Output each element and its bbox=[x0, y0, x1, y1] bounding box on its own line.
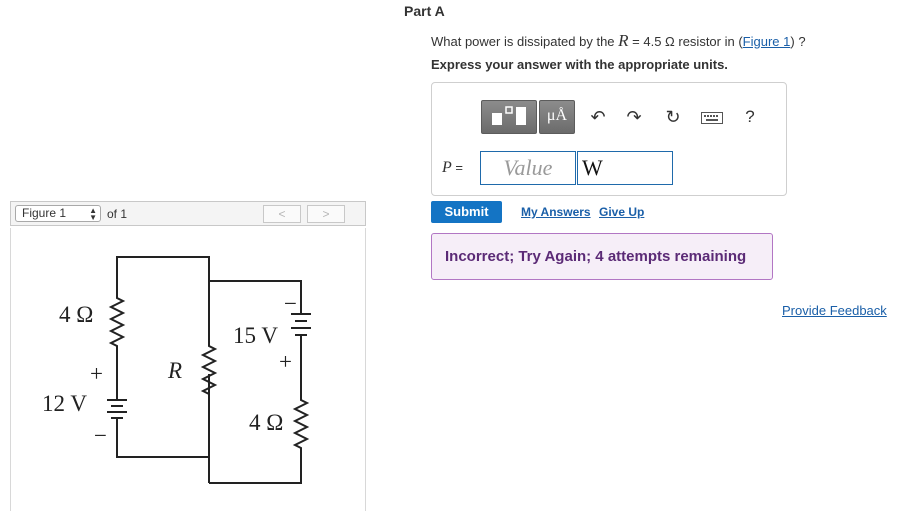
label-resistor-left: 4 Ω bbox=[59, 302, 93, 327]
answer-variable: P bbox=[442, 159, 452, 176]
answer-equals: = bbox=[451, 160, 463, 175]
undo-icon[interactable]: ↶ bbox=[586, 107, 610, 128]
figure-area: 4 Ω + 12 V − R 15 V − + 4 Ω bbox=[10, 228, 366, 511]
redo-icon[interactable]: ↷ bbox=[622, 107, 646, 128]
wire-top-left bbox=[116, 256, 210, 298]
keyboard-icon[interactable] bbox=[701, 112, 723, 124]
question-variable: R bbox=[618, 31, 629, 50]
select-arrows-icon: ▲ ▼ bbox=[89, 206, 97, 222]
feedback-message: Incorrect; Try Again; 4 attempts remaini… bbox=[431, 233, 773, 280]
figure-toolbar: Figure 1 ▲ ▼ of 1 < > bbox=[10, 201, 366, 226]
question-equation: = 4.5 Ω resistor in ( bbox=[628, 34, 743, 49]
chevron-right-icon: > bbox=[322, 207, 330, 221]
next-figure-button[interactable]: > bbox=[307, 205, 345, 223]
reset-icon[interactable]: ↻ bbox=[661, 107, 685, 128]
label-resistor-right: 4 Ω bbox=[249, 410, 283, 435]
figure-link[interactable]: Figure 1 bbox=[743, 34, 791, 49]
label-battery-left-plus: + bbox=[90, 361, 103, 386]
help-icon[interactable]: ? bbox=[738, 107, 762, 127]
circuit-diagram: 4 Ω + 12 V − R 15 V − + 4 Ω bbox=[42, 256, 311, 484]
templates-button[interactable] bbox=[481, 100, 537, 134]
units-label: μÅ bbox=[546, 107, 568, 124]
label-battery-left-minus: − bbox=[94, 423, 107, 448]
wire-bottom-left bbox=[116, 374, 210, 458]
answer-label: P = bbox=[442, 159, 463, 177]
provide-feedback-link[interactable]: Provide Feedback bbox=[782, 303, 887, 318]
prev-figure-button[interactable]: < bbox=[263, 205, 301, 223]
question-prefix: What power is dissipated by the bbox=[431, 34, 619, 49]
figure-panel: Figure 1 ▲ ▼ of 1 < > 4 Ω + 12 V − R 15 … bbox=[0, 0, 380, 511]
submit-button[interactable]: Submit bbox=[431, 201, 502, 223]
question-text: What power is dissipated by the R = 4.5 … bbox=[431, 31, 806, 51]
label-resistor-middle: R bbox=[167, 358, 182, 383]
label-battery-right-plus: + bbox=[279, 349, 292, 374]
label-battery-right: 15 V bbox=[233, 323, 278, 348]
figure-select-value: Figure 1 bbox=[22, 206, 67, 220]
instruction-text: Express your answer with the appropriate… bbox=[431, 57, 728, 72]
wire-bottom-right bbox=[209, 450, 302, 484]
units-button[interactable]: μÅ bbox=[539, 100, 575, 134]
chevron-left-icon: < bbox=[278, 207, 286, 221]
resistor-right bbox=[292, 335, 310, 450]
my-answers-link[interactable]: My Answers bbox=[521, 205, 591, 219]
resistor-left bbox=[108, 290, 126, 388]
unit-input[interactable] bbox=[577, 151, 673, 185]
question-suffix: ) ? bbox=[790, 34, 806, 49]
templates-icon bbox=[492, 106, 526, 125]
figure-select[interactable]: Figure 1 ▲ ▼ bbox=[15, 205, 101, 222]
value-input[interactable] bbox=[480, 151, 576, 185]
answer-box: μÅ ↶ ↷ ↻ ? P = bbox=[431, 82, 787, 196]
give-up-link[interactable]: Give Up bbox=[599, 205, 644, 219]
figure-count: of 1 bbox=[107, 207, 128, 221]
label-battery-right-minus: − bbox=[284, 291, 297, 316]
part-title: Part A bbox=[404, 3, 445, 19]
label-battery-left: 12 V bbox=[42, 391, 87, 416]
